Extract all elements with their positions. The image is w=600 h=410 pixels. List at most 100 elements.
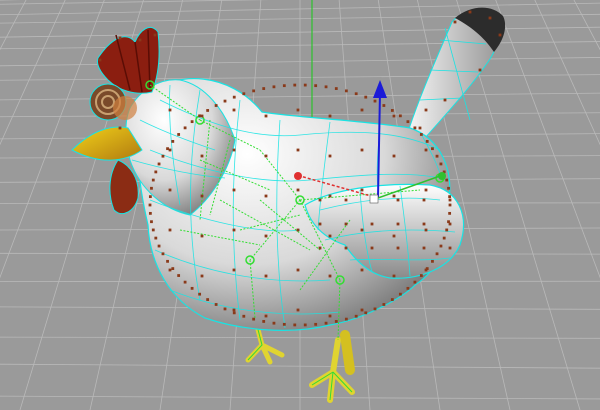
vertex[interactable] [334, 320, 338, 323]
vertex[interactable] [360, 188, 364, 192]
vertex[interactable] [396, 198, 400, 202]
manipulator-x-handle[interactable] [294, 172, 302, 180]
vertex[interactable] [398, 114, 402, 118]
vertex[interactable] [232, 308, 236, 312]
vertex[interactable] [153, 33, 157, 37]
vertex[interactable] [154, 236, 158, 240]
vertex[interactable] [328, 274, 332, 278]
vertex[interactable] [183, 126, 187, 130]
vertex[interactable] [151, 178, 155, 182]
vertex[interactable] [168, 108, 172, 112]
comb[interactable] [97, 27, 160, 94]
vertex[interactable] [370, 246, 374, 250]
vertex[interactable] [318, 198, 322, 202]
manipulator-y-arrow-icon[interactable] [373, 80, 387, 98]
vertex[interactable] [443, 98, 447, 102]
vertex[interactable] [157, 162, 161, 166]
vertex[interactable] [206, 109, 210, 112]
vertex[interactable] [118, 36, 122, 40]
vertex[interactable] [264, 154, 268, 158]
vertex[interactable] [168, 268, 172, 272]
vertex[interactable] [98, 58, 102, 62]
vertex[interactable] [425, 140, 429, 143]
vertex[interactable] [413, 280, 417, 284]
vertex[interactable] [161, 154, 165, 158]
vertex[interactable] [177, 133, 181, 136]
vertex[interactable] [200, 274, 204, 278]
vertex[interactable] [150, 186, 153, 190]
vertex[interactable] [435, 154, 439, 158]
vertex[interactable] [183, 280, 187, 284]
vertex[interactable] [148, 195, 152, 199]
vertex[interactable] [272, 321, 276, 325]
vertex[interactable] [296, 268, 300, 272]
vertex[interactable] [177, 274, 181, 277]
vertex[interactable] [296, 108, 300, 112]
vertex[interactable] [168, 228, 172, 232]
vertex[interactable] [264, 274, 268, 278]
vertex[interactable] [344, 246, 348, 250]
vertex[interactable] [171, 267, 175, 270]
vertex[interactable] [360, 268, 364, 272]
vertex[interactable] [296, 228, 300, 232]
vertex[interactable] [445, 228, 449, 232]
vertex[interactable] [390, 298, 394, 301]
vertex[interactable] [324, 85, 328, 89]
vertex[interactable] [418, 126, 422, 130]
vertex[interactable] [431, 147, 434, 151]
vertex[interactable] [334, 87, 338, 90]
vertex[interactable] [478, 68, 482, 72]
vertex[interactable] [448, 198, 452, 202]
vertex[interactable] [200, 114, 204, 118]
vertex[interactable] [318, 246, 322, 250]
vertex[interactable] [392, 274, 396, 278]
vertex[interactable] [206, 298, 210, 301]
vertex[interactable] [242, 92, 246, 96]
vertex[interactable] [138, 38, 142, 42]
vertex[interactable] [150, 220, 153, 224]
vertex[interactable] [148, 203, 152, 207]
vertex[interactable] [190, 286, 194, 290]
vertex[interactable] [382, 303, 386, 306]
vertex[interactable] [413, 126, 417, 130]
vertex[interactable] [232, 148, 236, 152]
vertex[interactable] [453, 20, 457, 24]
vertex[interactable] [422, 198, 426, 202]
vertex[interactable] [396, 222, 400, 226]
vertex[interactable] [282, 84, 286, 88]
vertex[interactable] [445, 178, 449, 182]
vertex[interactable] [360, 148, 364, 152]
vertex[interactable] [262, 87, 266, 90]
vertex[interactable] [419, 133, 423, 136]
vertex[interactable] [370, 222, 374, 226]
vertex[interactable] [223, 307, 227, 311]
vertex[interactable] [264, 114, 268, 118]
vertex[interactable] [498, 33, 502, 37]
vertex[interactable] [232, 188, 236, 192]
vertex[interactable] [264, 194, 268, 198]
vertex[interactable] [390, 109, 394, 112]
vertex[interactable] [448, 211, 452, 215]
vertex[interactable] [190, 120, 194, 124]
vertex[interactable] [318, 222, 322, 226]
vertex[interactable] [422, 246, 426, 250]
vertex[interactable] [344, 198, 348, 202]
vertex[interactable] [406, 286, 410, 290]
viewport-canvas[interactable] [0, 0, 600, 410]
vertex[interactable] [431, 259, 434, 263]
vertex[interactable] [166, 259, 169, 263]
vertex[interactable] [468, 10, 472, 14]
vertex[interactable] [223, 99, 227, 103]
vertex[interactable] [382, 104, 386, 107]
vertex[interactable] [360, 308, 364, 312]
vertex[interactable] [293, 323, 297, 327]
vertex[interactable] [344, 89, 348, 93]
vertex[interactable] [252, 89, 256, 93]
vertex[interactable] [314, 322, 318, 326]
vertex[interactable] [214, 104, 218, 107]
vertex[interactable] [168, 188, 172, 192]
vertex[interactable] [488, 16, 492, 20]
vertex[interactable] [232, 95, 236, 99]
vertex[interactable] [324, 321, 328, 325]
vertex[interactable] [447, 186, 450, 190]
